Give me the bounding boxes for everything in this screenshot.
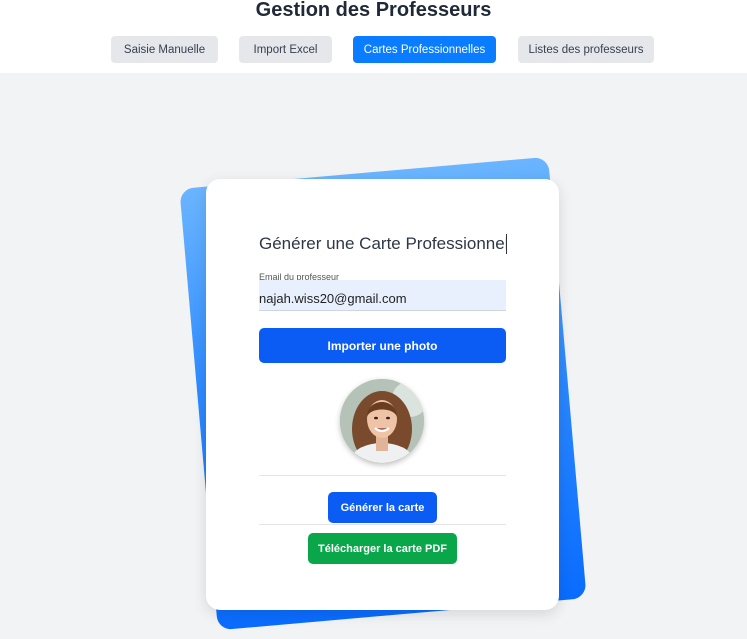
professor-photo-avatar: [340, 379, 424, 463]
card-generator-panel: Générer une Carte Professionnelle Email …: [206, 179, 559, 610]
portrait-image: [340, 379, 424, 463]
tab-cartes-professionnelles[interactable]: Cartes Professionnelles: [353, 36, 496, 63]
card-title: Générer une Carte Professionnelle: [259, 234, 507, 254]
page-title: Gestion des Professeurs: [255, 0, 492, 21]
download-pdf-button[interactable]: Télécharger la carte PDF: [308, 533, 457, 564]
divider: [259, 524, 506, 525]
email-input[interactable]: [259, 280, 506, 311]
header: Gestion des Professeurs Saisie Manuelle …: [0, 0, 747, 73]
divider: [259, 475, 506, 476]
tab-bar: Saisie Manuelle Import Excel Cartes Prof…: [0, 36, 747, 63]
tab-listes-professeurs[interactable]: Listes des professeurs: [518, 36, 654, 63]
import-photo-button[interactable]: Importer une photo: [259, 328, 506, 363]
tab-import-excel[interactable]: Import Excel: [239, 36, 332, 63]
tab-saisie-manuelle[interactable]: Saisie Manuelle: [111, 36, 218, 63]
generate-card-button[interactable]: Générer la carte: [328, 492, 437, 523]
